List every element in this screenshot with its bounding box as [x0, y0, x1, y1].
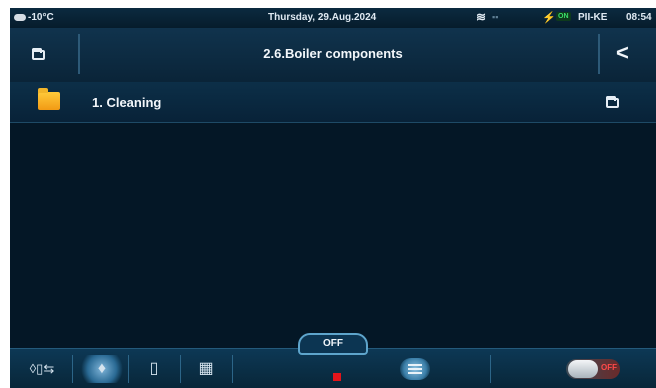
status-indicator: [333, 373, 341, 381]
menu-line: [408, 368, 422, 370]
list-item-label: 1. Cleaning: [92, 95, 162, 110]
folder-icon: [38, 88, 60, 110]
toggle-knob: [568, 360, 598, 378]
status-bar: -10°C Thursday, 29.Aug.2024 ≋ ▪▪ ⚡ ON PI…: [10, 8, 656, 28]
toggle-label: OFF: [601, 363, 617, 372]
tab-radiator[interactable]: ▦: [184, 355, 228, 383]
date-label: Thursday, 29.Aug.2024: [268, 12, 377, 23]
menu-button[interactable]: [400, 358, 430, 380]
divider: [128, 355, 129, 383]
connection-badge: ON: [556, 12, 571, 21]
menu-line: [408, 372, 422, 374]
tab-system-schematic[interactable]: ◊▯⇆: [16, 355, 68, 383]
bottom-bar: ◊▯⇆ ♦ ▯ ▦ OFF OFF: [10, 333, 656, 388]
wifi-icon: ≋: [476, 10, 487, 24]
divider: [180, 355, 181, 383]
divider: [232, 355, 233, 383]
tab-boiler[interactable]: ▯: [132, 355, 176, 383]
back-button[interactable]: <: [616, 42, 629, 64]
device-id: PII-KE: [578, 12, 608, 23]
tab-flame[interactable]: ♦: [80, 355, 124, 383]
cloud-icon: [14, 14, 26, 21]
power-toggle[interactable]: OFF: [566, 359, 620, 379]
divider: [72, 355, 73, 383]
signal-bars-icon: ▪▪: [492, 12, 499, 22]
divider: [598, 34, 600, 74]
header: 2.6.Boiler components <: [10, 28, 656, 83]
folder-outline-icon[interactable]: [606, 96, 619, 108]
screen: -10°C Thursday, 29.Aug.2024 ≋ ▪▪ ⚡ ON PI…: [10, 8, 656, 388]
outdoor-temperature: -10°C: [28, 12, 54, 23]
clock: 08:54: [626, 12, 652, 23]
menu-line: [408, 364, 422, 366]
divider: [490, 355, 491, 383]
plug-icon: ⚡: [542, 12, 556, 24]
list-item[interactable]: 1. Cleaning: [10, 82, 656, 123]
status-badge: OFF: [298, 333, 368, 355]
page-title: 2.6.Boiler components: [263, 46, 403, 61]
